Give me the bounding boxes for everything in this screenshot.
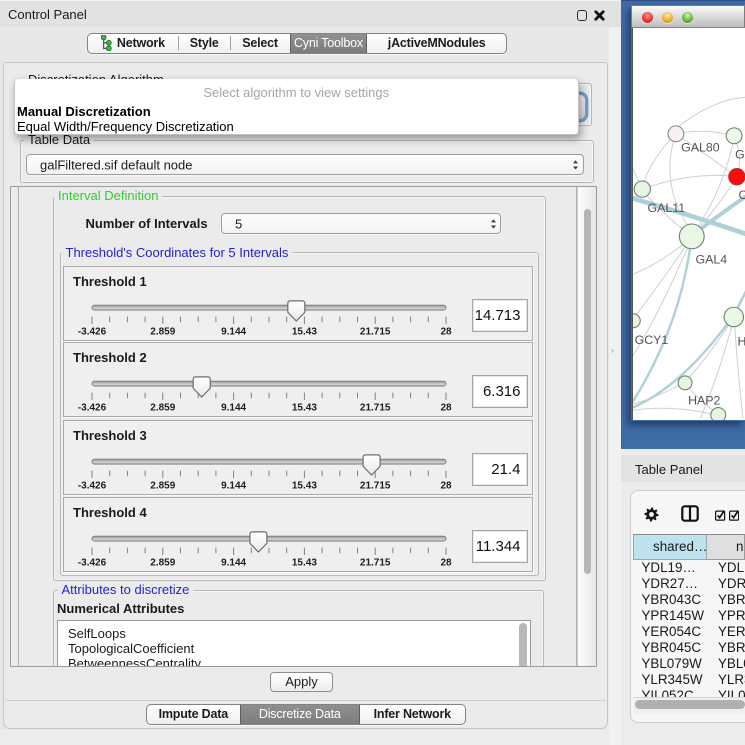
svg-text:21.715: 21.715 [360,558,391,569]
svg-text:GAL11: GAL11 [647,201,685,215]
svg-text:2.859: 2.859 [150,558,175,569]
svg-text:9.144: 9.144 [221,403,246,414]
svg-text:28: 28 [440,481,452,492]
svg-text:2.859: 2.859 [150,327,175,338]
svg-text:21.715: 21.715 [360,481,391,492]
svg-text:9.144: 9.144 [221,558,246,569]
svg-text:-3.426: -3.426 [78,327,107,338]
svg-text:HAP2: HAP2 [688,393,720,407]
svg-text:-3.426: -3.426 [78,403,107,414]
svg-text:28: 28 [440,327,452,338]
svg-text:28: 28 [440,558,452,569]
svg-text:15.43: 15.43 [292,327,317,338]
svg-text:9.144: 9.144 [221,481,246,492]
svg-text:15.43: 15.43 [292,558,317,569]
svg-text:HI: HI [738,334,745,348]
svg-text:CY: CY [739,188,745,202]
svg-text:GAL80: GAL80 [681,141,720,155]
svg-text:15.43: 15.43 [292,403,317,414]
svg-text:21.715: 21.715 [360,403,391,414]
svg-text:GA: GA [735,148,745,162]
svg-text:GAL4: GAL4 [695,253,727,267]
svg-text:GCY1: GCY1 [635,333,669,347]
svg-text:2.859: 2.859 [150,481,175,492]
svg-text:21.715: 21.715 [360,327,391,338]
svg-text:15.43: 15.43 [292,481,317,492]
svg-text:9.144: 9.144 [221,327,246,338]
svg-text:-3.426: -3.426 [78,481,107,492]
svg-text:-3.426: -3.426 [78,558,107,569]
svg-text:2.859: 2.859 [150,403,175,414]
svg-text:28: 28 [440,403,452,414]
